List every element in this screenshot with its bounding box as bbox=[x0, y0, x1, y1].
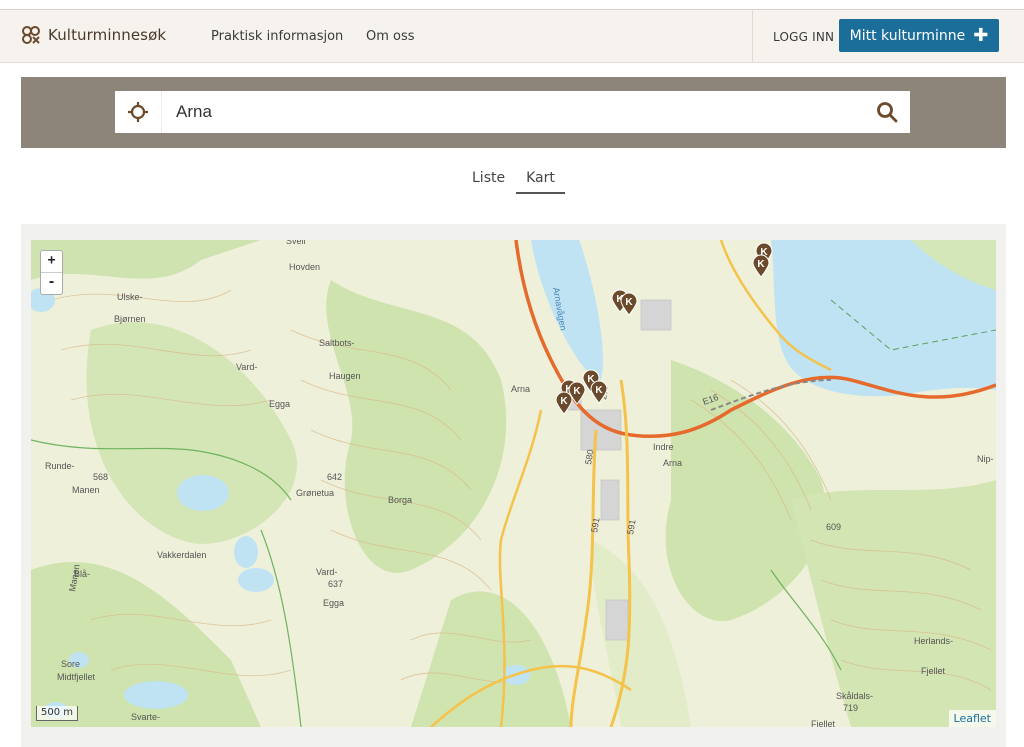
svg-text:K: K bbox=[757, 259, 765, 270]
map-place-label: Svarte- bbox=[131, 712, 160, 722]
map-place-label: Herlands- bbox=[914, 636, 953, 646]
login-link[interactable]: LOGG INN bbox=[773, 30, 834, 44]
map-place-label: Sore bbox=[61, 659, 80, 669]
map-section: Hovden Ulske- Bjørnen Saltbots- Haugen Vard- E… bbox=[21, 224, 1006, 747]
topographic-map: Hovden Ulske- Bjørnen Saltbots- Haugen Vard- E… bbox=[31, 240, 996, 727]
map-scale-bar: 500 m bbox=[36, 706, 79, 721]
map-place-label: Hovden bbox=[289, 262, 320, 272]
zoom-control: + - bbox=[40, 250, 63, 295]
map-place-label: 719 bbox=[843, 703, 858, 713]
map-place-label: Sveli bbox=[286, 240, 306, 246]
map-place-label: Grønetua bbox=[296, 488, 334, 498]
zoom-out-button[interactable]: - bbox=[41, 272, 62, 294]
map-place-label: 637 bbox=[328, 579, 343, 589]
cta-label: Mitt kulturminne bbox=[849, 27, 966, 44]
svg-text:K: K bbox=[595, 385, 603, 396]
map-place-label: 609 bbox=[826, 522, 841, 532]
svg-text:K: K bbox=[560, 396, 568, 407]
leaflet-attribution-link[interactable]: Leaflet bbox=[948, 710, 996, 727]
map-place-label: Manen bbox=[72, 485, 100, 495]
brand-logo-icon bbox=[22, 26, 40, 44]
view-tabs: Liste Kart bbox=[0, 170, 1024, 196]
search-box bbox=[115, 91, 910, 133]
map-place-label: Runde- bbox=[45, 461, 75, 471]
heritage-marker-k-icon[interactable]: K bbox=[590, 380, 608, 404]
nav-practical-info-link[interactable]: Praktisk informasjon bbox=[211, 29, 343, 44]
map-place-label: Saltbots- bbox=[319, 338, 355, 348]
search-button[interactable] bbox=[864, 91, 910, 133]
map-place-label: Indre bbox=[653, 442, 674, 452]
map-place-label: Skåldals- bbox=[836, 691, 873, 701]
svg-text:K: K bbox=[625, 297, 633, 308]
svg-text:K: K bbox=[573, 386, 581, 397]
zoom-in-button[interactable]: + bbox=[41, 251, 62, 272]
map-place-label: Bjørnen bbox=[114, 314, 146, 324]
map-place-label: Egga bbox=[323, 598, 344, 608]
plus-icon: ✚ bbox=[973, 24, 989, 46]
map-place-label: 568 bbox=[93, 472, 108, 482]
map-place-label: Fjellet bbox=[811, 719, 836, 727]
map-canvas[interactable]: Hovden Ulske- Bjørnen Saltbots- Haugen Vard- E… bbox=[31, 240, 996, 727]
locate-me-button[interactable] bbox=[115, 91, 162, 133]
nav-divider bbox=[752, 10, 753, 62]
crosshair-location-icon bbox=[128, 102, 148, 122]
map-place-label: Midtfjellet bbox=[57, 672, 96, 682]
nav-about-link[interactable]: Om oss bbox=[366, 29, 415, 44]
search-band bbox=[21, 77, 1006, 148]
site-header: Kulturminnesøk Praktisk informasjon Om o… bbox=[0, 10, 1024, 63]
heritage-marker-k-icon[interactable]: K bbox=[620, 292, 638, 316]
brand-logo[interactable]: Kulturminnesøk bbox=[20, 24, 166, 46]
tab-list[interactable]: Liste bbox=[472, 170, 505, 186]
map-place-label: Arna bbox=[663, 458, 682, 468]
tab-map[interactable]: Kart bbox=[516, 170, 565, 194]
heritage-marker-k-icon[interactable]: K bbox=[555, 391, 573, 415]
search-icon bbox=[877, 102, 898, 123]
map-place-label: Borga bbox=[388, 495, 412, 505]
map-place-label: Fjellet bbox=[921, 666, 946, 676]
map-place-label: Haugen bbox=[329, 371, 361, 381]
heritage-marker-k-icon[interactable]: K bbox=[752, 254, 770, 278]
map-place-label: Arna bbox=[511, 384, 530, 394]
brand-name: Kulturminnesøk bbox=[48, 26, 167, 44]
search-input[interactable] bbox=[162, 91, 864, 133]
map-place-label: Vakkerdalen bbox=[157, 550, 206, 560]
map-place-label: Nip- bbox=[977, 454, 994, 464]
map-place-label: Vard- bbox=[236, 362, 257, 372]
browser-top-strip bbox=[0, 0, 1024, 10]
map-place-label: 642 bbox=[327, 472, 342, 482]
my-cultural-heritage-button[interactable]: Mitt kulturminne ✚ bbox=[839, 19, 999, 52]
map-place-label: Egga bbox=[269, 399, 290, 409]
map-place-label: Vard- bbox=[316, 567, 337, 577]
map-place-label: Ulske- bbox=[117, 292, 143, 302]
